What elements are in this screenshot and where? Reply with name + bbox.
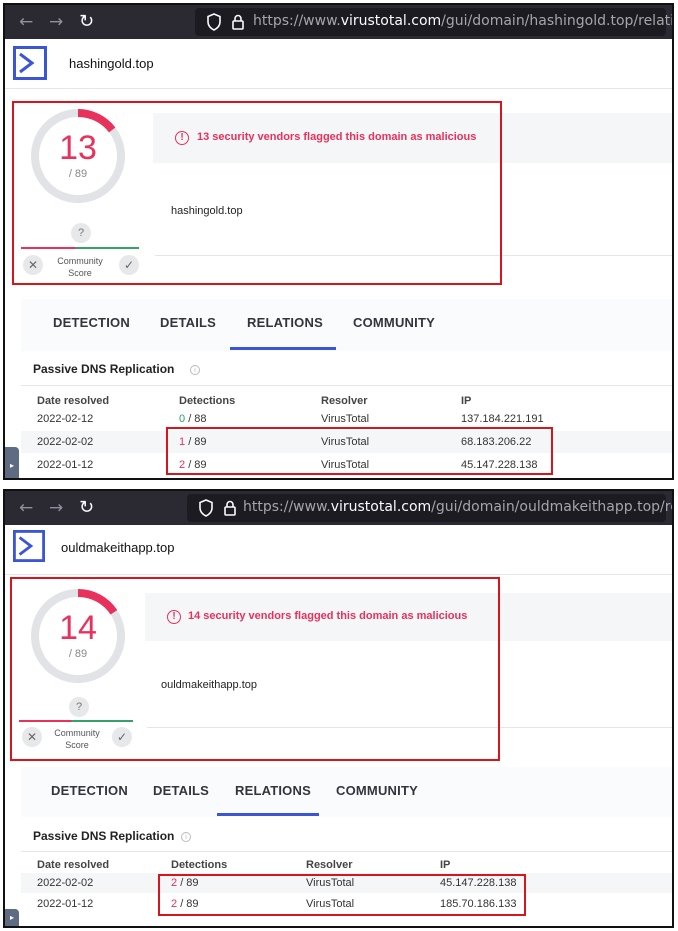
tab-community[interactable]: COMMUNITY: [353, 315, 435, 330]
community-score-label: Community Score: [54, 728, 100, 750]
reload-icon[interactable]: ↻: [79, 491, 94, 525]
vote-up-icon[interactable]: ✓: [119, 255, 139, 275]
active-tab-indicator: [217, 813, 319, 816]
tab-details[interactable]: DETAILS: [160, 315, 216, 330]
alert-circle-icon: !: [167, 610, 181, 624]
gauge-labels: 13 / 89: [29, 107, 127, 205]
cell-resolver[interactable]: VirusTotal: [321, 436, 369, 448]
community-score-bar: [19, 720, 133, 722]
detection-score: 14: [59, 609, 97, 647]
cell-ip[interactable]: 137.184.221.191: [461, 413, 544, 425]
col-header-detections[interactable]: Detections: [171, 859, 227, 871]
col-header-resolver[interactable]: Resolver: [306, 859, 352, 871]
tab-detection[interactable]: DETECTION: [53, 315, 130, 330]
header-domain: ouldmakeithapp.top: [61, 540, 175, 555]
cell-detections: 2 / 89: [171, 898, 199, 910]
col-header-resolver[interactable]: Resolver: [321, 395, 367, 407]
info-icon[interactable]: i: [181, 832, 191, 842]
col-header-ip[interactable]: IP: [440, 859, 450, 871]
cell-ip[interactable]: 45.147.228.138: [461, 459, 537, 471]
domain-name: ouldmakeithapp.top: [161, 679, 258, 691]
community-question: ?: [71, 223, 91, 243]
vote-up-icon[interactable]: ✓: [112, 727, 132, 747]
tab-bar: DETECTION DETAILS RELATIONS COMMUNITY: [21, 299, 672, 351]
cell-detections: 2 / 89: [171, 877, 199, 889]
browser-toolbar: ← → ↻ https://www.virustotal.com/gui/dom…: [5, 491, 672, 525]
cell-date: 2022-02-02: [37, 877, 94, 889]
tab-detection[interactable]: DETECTION: [51, 783, 128, 798]
col-header-date[interactable]: Date resolved: [37, 395, 109, 407]
cell-detections: 0 / 88: [179, 413, 207, 425]
cell-date: 2022-01-12: [37, 898, 94, 910]
detection-score: 13: [59, 129, 97, 167]
section-title: Passive DNS Replication: [33, 362, 175, 376]
vote-down-icon[interactable]: ✕: [23, 255, 43, 275]
tab-community[interactable]: COMMUNITY: [336, 783, 418, 798]
tab-details[interactable]: DETAILS: [153, 783, 209, 798]
cell-date: 2022-01-12: [37, 459, 94, 471]
divider: [21, 385, 672, 386]
vt-header: hashingold.top: [5, 39, 672, 89]
shield-icon: [207, 13, 221, 31]
divider: [155, 255, 672, 256]
screenshot-panel-2: ← → ↻ https://www.virustotal.com/gui/dom…: [3, 489, 674, 928]
detection-total: / 89: [68, 648, 88, 660]
browser-toolbar: ← → ↻ https://www.virustotal.com/gui/dom…: [5, 5, 672, 39]
lock-icon: [232, 14, 244, 30]
tab-relations[interactable]: RELATIONS: [235, 783, 311, 798]
cell-resolver[interactable]: VirusTotal: [306, 898, 354, 910]
side-panel-toggle[interactable]: ▸: [5, 909, 19, 926]
url-text: https://www.virustotal.com/gui/domain/ha…: [253, 13, 674, 29]
col-header-date[interactable]: Date resolved: [37, 859, 109, 871]
forward-icon[interactable]: →: [49, 5, 63, 39]
community-score-label: Community Score: [57, 256, 103, 278]
address-bar[interactable]: https://www.virustotal.com/gui/domain/ou…: [187, 494, 672, 522]
alert-text: 13 security vendors flagged this domain …: [197, 131, 477, 143]
cell-date: 2022-02-02: [37, 436, 94, 448]
url-text: https://www.virustotal.com/gui/domain/ou…: [243, 499, 672, 515]
screenshot-panel-1: ← → ↻ https://www.virustotal.com/gui/dom…: [3, 3, 674, 480]
gauge-labels: 14 / 89: [29, 587, 127, 685]
divider: [147, 727, 672, 728]
reload-icon[interactable]: ↻: [79, 5, 94, 39]
cell-resolver[interactable]: VirusTotal: [321, 413, 369, 425]
vt-header: ouldmakeithapp.top: [5, 525, 672, 575]
tab-relations[interactable]: RELATIONS: [247, 315, 323, 330]
active-tab-indicator: [230, 347, 336, 350]
alert-circle-icon: !: [175, 131, 189, 145]
virustotal-logo[interactable]: [13, 530, 45, 562]
divider: [21, 851, 672, 852]
side-panel-toggle[interactable]: ▸: [5, 447, 19, 478]
vote-down-icon[interactable]: ✕: [22, 727, 42, 747]
alert-text: 14 security vendors flagged this domain …: [188, 610, 468, 622]
virustotal-logo[interactable]: [13, 46, 47, 80]
cell-ip[interactable]: 45.147.228.138: [440, 877, 516, 889]
cell-ip[interactable]: 185.70.186.133: [440, 898, 516, 910]
cell-resolver[interactable]: VirusTotal: [321, 459, 369, 471]
section-title: Passive DNS Replication: [33, 829, 175, 843]
col-header-detections[interactable]: Detections: [179, 395, 235, 407]
cell-date: 2022-02-12: [37, 413, 94, 425]
address-bar[interactable]: https://www.virustotal.com/gui/domain/ha…: [195, 8, 672, 36]
col-header-ip[interactable]: IP: [461, 395, 471, 407]
alert-banner: ! 13 security vendors flagged this domai…: [153, 113, 672, 163]
cell-detections: 1 / 89: [179, 436, 207, 448]
forward-icon[interactable]: →: [49, 491, 63, 525]
back-icon[interactable]: ←: [19, 5, 33, 39]
detection-total: / 89: [68, 168, 88, 180]
community-question: ?: [69, 697, 89, 717]
domain-name: hashingold.top: [171, 205, 243, 217]
cell-resolver[interactable]: VirusTotal: [306, 877, 354, 889]
alert-banner: ! 14 security vendors flagged this domai…: [145, 593, 672, 641]
shield-icon: [199, 499, 213, 517]
info-icon[interactable]: i: [190, 365, 200, 375]
community-score-bar: [21, 247, 139, 249]
header-domain: hashingold.top: [69, 56, 154, 71]
tab-bar: DETECTION DETAILS RELATIONS COMMUNITY: [21, 767, 672, 817]
lock-icon: [224, 500, 236, 516]
cell-ip[interactable]: 68.183.206.22: [461, 436, 531, 448]
cell-detections: 2 / 89: [179, 459, 207, 471]
back-icon[interactable]: ←: [19, 491, 33, 525]
